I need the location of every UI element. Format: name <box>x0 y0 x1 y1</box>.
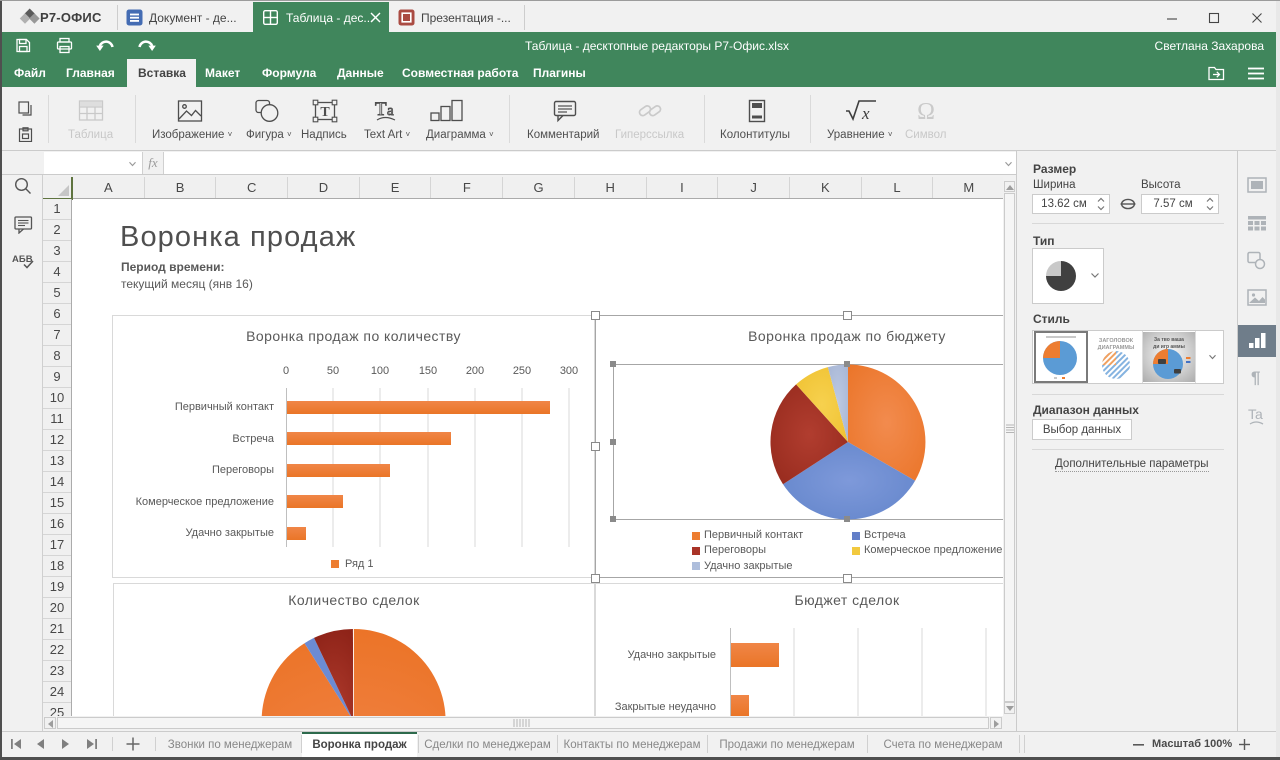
svg-text:T: T <box>320 105 330 120</box>
svg-text:Ω: Ω <box>917 99 935 124</box>
svg-text:ДИАГРАММЫ: ДИАГРАММЫ <box>1098 345 1135 351</box>
svg-text:ЗАГОЛОВОК: ЗАГОЛОВОК <box>1099 338 1134 344</box>
svg-text:Ta: Ta <box>1248 406 1263 422</box>
svg-text:За тво ваша: За тво ваша <box>1154 337 1184 343</box>
svg-text:x: x <box>861 104 870 123</box>
svg-text:a: a <box>387 103 394 119</box>
svg-text:T: T <box>375 99 387 120</box>
svg-text:АБВ: АБВ <box>12 254 33 265</box>
